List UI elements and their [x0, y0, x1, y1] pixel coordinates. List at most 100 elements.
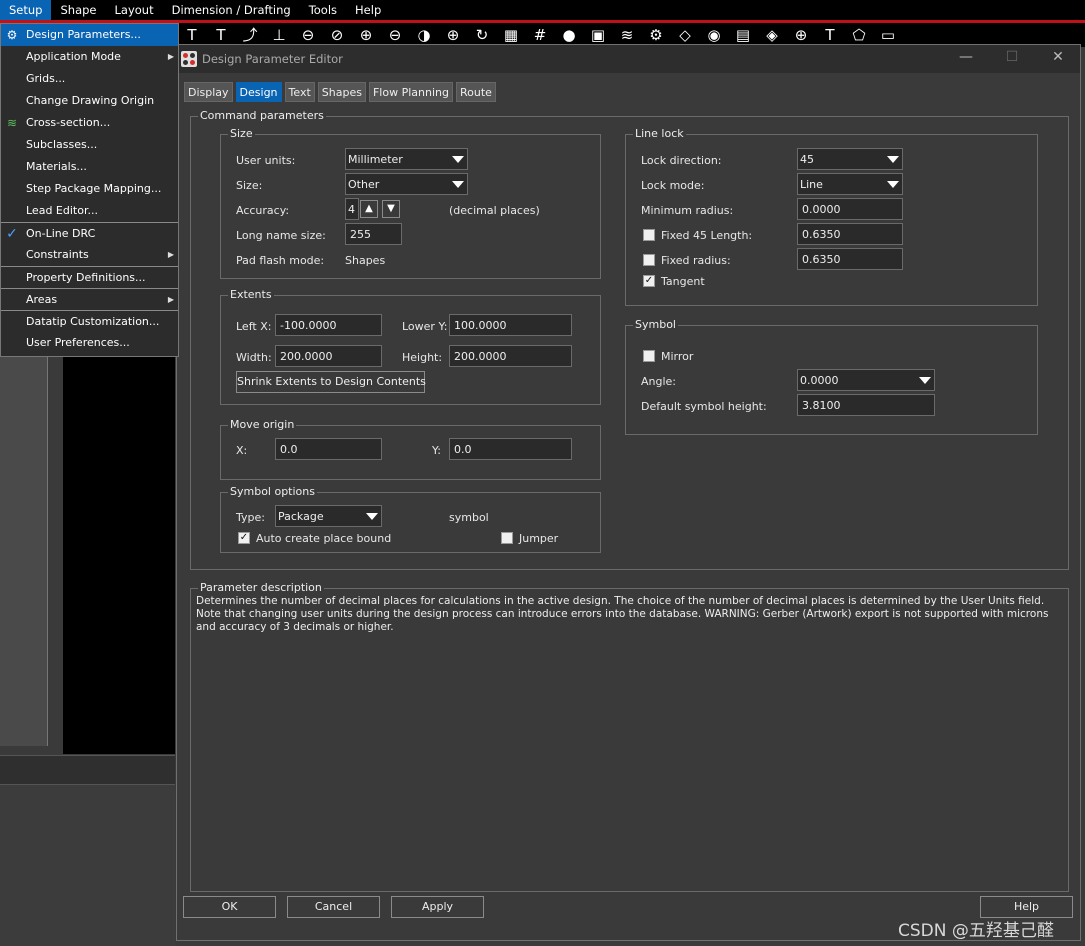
dialog-titlebar: Design Parameter Editor — ☐ ✕ [177, 45, 1080, 73]
tab-flow-planning[interactable]: Flow Planning [368, 82, 453, 102]
ok-button[interactable]: OK [183, 896, 276, 918]
design-parameter-editor-dialog: Design Parameter Editor — ☐ ✕ Display De… [176, 44, 1081, 941]
menu-setup[interactable]: Setup [0, 0, 52, 20]
close-icon[interactable]: ✕ [1048, 49, 1068, 65]
lower-y-label: Lower Y: [402, 320, 448, 333]
chevron-down-icon [366, 513, 378, 520]
line-lock-group: Line lock Lock direction: 45 Lock mode: … [625, 127, 1038, 306]
long-name-size-label: Long name size: [236, 229, 326, 242]
tab-route[interactable]: Route [455, 82, 496, 102]
pad-flash-mode-label: Pad flash mode: [236, 254, 325, 267]
app-icon [181, 51, 197, 67]
status-area [0, 755, 175, 946]
symbol-options-group: Symbol options Type: Package symbol ✓ Au… [220, 485, 601, 553]
tangent-label: Tangent [661, 275, 705, 288]
origin-x-input[interactable]: 0.0 [275, 438, 382, 460]
long-name-size-input[interactable]: 255 [345, 223, 402, 245]
fixed-45-length-input[interactable]: 0.6350 [797, 223, 903, 245]
shrink-extents-button[interactable]: Shrink Extents to Design Contents [236, 371, 426, 393]
user-units-select[interactable]: Millimeter [345, 148, 468, 170]
menu-shape[interactable]: Shape [51, 0, 105, 20]
type-note: symbol [449, 511, 489, 524]
menu-item-grids[interactable]: Grids... [1, 68, 178, 90]
checkmark-icon: ✓ [6, 226, 18, 242]
design-canvas[interactable] [63, 356, 175, 754]
accuracy-input[interactable]: 4 [345, 198, 359, 220]
mirror-checkbox[interactable] [643, 350, 655, 362]
menu-item-subclasses[interactable]: Subclasses... [1, 134, 178, 156]
extents-group: Extents Left X: -100.0000 Lower Y: 100.0… [220, 288, 601, 405]
fixed-45-length-checkbox[interactable] [643, 229, 655, 241]
menu-item-change-drawing-origin[interactable]: Change Drawing Origin [1, 90, 178, 112]
menu-item-cross-section[interactable]: ≋ Cross-section... [1, 112, 178, 134]
tab-shapes[interactable]: Shapes [317, 82, 366, 102]
minimize-icon[interactable]: — [956, 49, 976, 65]
watermark: CSDN @五羟基己醛 [898, 921, 1054, 941]
lock-direction-select[interactable]: 45 [797, 148, 903, 170]
default-symbol-height-input[interactable]: 3.8100 [797, 394, 935, 416]
menu-item-design-parameters[interactable]: ⚙ Design Parameters... [1, 24, 178, 46]
help-button[interactable]: Help [980, 896, 1073, 918]
tangent-checkbox[interactable]: ✓ [643, 275, 655, 287]
extents-title: Extents [228, 288, 274, 301]
left-x-input[interactable]: -100.0000 [275, 314, 382, 336]
size-group: Size User units: Millimeter Size: Other … [220, 127, 601, 279]
submenu-arrow-icon: ▶ [167, 295, 174, 304]
menu-layout[interactable]: Layout [106, 0, 163, 20]
origin-y-input[interactable]: 0.0 [449, 438, 572, 460]
size-label: Size: [236, 179, 263, 192]
lock-mode-label: Lock mode: [641, 179, 705, 192]
tab-text[interactable]: Text [284, 82, 315, 102]
fixed-radius-checkbox[interactable] [643, 254, 655, 266]
maximize-icon[interactable]: ☐ [1002, 49, 1022, 65]
command-parameters-title: Command parameters [198, 109, 326, 122]
move-origin-title: Move origin [228, 418, 297, 431]
size-title: Size [228, 127, 255, 140]
jumper-checkbox[interactable] [501, 532, 513, 544]
lock-mode-select[interactable]: Line [797, 173, 903, 195]
menu-dimension-drafting[interactable]: Dimension / Drafting [163, 0, 300, 20]
tab-display[interactable]: Display [184, 82, 233, 102]
dialog-title: Design Parameter Editor [202, 52, 343, 66]
menu-item-step-package-mapping[interactable]: Step Package Mapping... [1, 178, 178, 200]
lock-direction-label: Lock direction: [641, 154, 722, 167]
type-select[interactable]: Package [275, 505, 382, 527]
move-origin-group: Move origin X: 0.0 Y: 0.0 [220, 418, 601, 480]
menu-item-datatip-customization[interactable]: Datatip Customization... [1, 310, 178, 332]
menu-item-constraints[interactable]: Constraints ▶ [1, 244, 178, 266]
menu-item-user-preferences[interactable]: User Preferences... [1, 332, 178, 354]
accuracy-down-button[interactable]: ▼ [382, 200, 400, 218]
apply-button[interactable]: Apply [391, 896, 484, 918]
user-units-label: User units: [236, 154, 296, 167]
size-select[interactable]: Other [345, 173, 468, 195]
width-input[interactable]: 200.0000 [275, 345, 382, 367]
height-label: Height: [402, 351, 443, 364]
lower-y-input[interactable]: 100.0000 [449, 314, 572, 336]
chevron-down-icon [452, 156, 464, 163]
menu-help[interactable]: Help [346, 0, 390, 20]
menu-bar: Setup Shape Layout Dimension / Drafting … [0, 0, 1085, 20]
angle-select[interactable]: 0.0000 [797, 369, 935, 391]
fixed-radius-input[interactable]: 0.6350 [797, 248, 903, 270]
submenu-arrow-icon: ▶ [167, 250, 174, 259]
menu-item-materials[interactable]: Materials... [1, 156, 178, 178]
parameter-description-group: Parameter description Determines the num… [190, 581, 1069, 892]
tab-design[interactable]: Design [235, 82, 282, 102]
command-parameters-group: Command parameters Size User units: Mill… [190, 109, 1069, 570]
chevron-down-icon [452, 181, 464, 188]
origin-y-label: Y: [432, 444, 441, 457]
auto-create-place-bound-checkbox[interactable]: ✓ [238, 532, 250, 544]
jumper-label: Jumper [519, 532, 559, 545]
cancel-button[interactable]: Cancel [287, 896, 380, 918]
minimum-radius-input[interactable]: 0.0000 [797, 198, 903, 220]
menu-item-areas[interactable]: Areas ▶ [1, 288, 178, 310]
height-input[interactable]: 200.0000 [449, 345, 572, 367]
menu-item-property-definitions[interactable]: Property Definitions... [1, 266, 178, 288]
chevron-down-icon [887, 156, 899, 163]
menu-item-online-drc[interactable]: ✓ On-Line DRC [1, 222, 178, 244]
menu-tools[interactable]: Tools [300, 0, 346, 20]
accuracy-up-button[interactable]: ▲ [360, 200, 378, 218]
menu-item-application-mode[interactable]: Application Mode ▶ [1, 46, 178, 68]
menu-item-lead-editor[interactable]: Lead Editor... [1, 200, 178, 222]
accuracy-label: Accuracy: [236, 204, 290, 217]
